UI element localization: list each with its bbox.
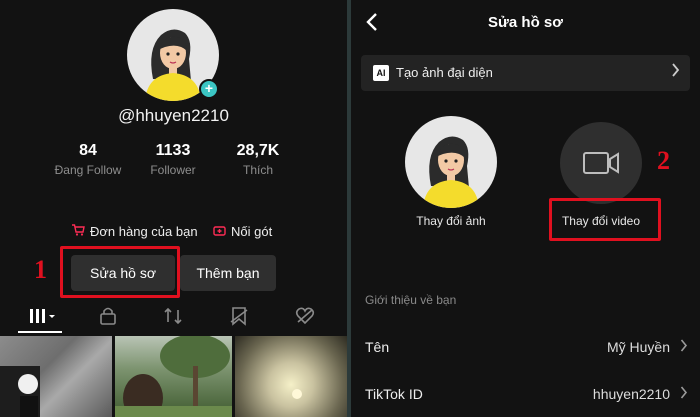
highlight-box-edit-profile: [60, 246, 180, 298]
wishlist-label: Nối gót: [231, 224, 273, 239]
chevron-right-icon: [680, 386, 688, 404]
video-thumbnail[interactable]: [235, 336, 347, 417]
step-number-2: 2: [657, 146, 670, 175]
cart-icon: [72, 224, 85, 239]
ai-avatar-label: Tạo ảnh đại diện: [396, 65, 493, 80]
edit-profile-screen: Sửa hồ sơ AI Tạo ảnh đại diện Thay đổi ả…: [351, 0, 700, 417]
bookmark-hidden-icon: [230, 307, 248, 326]
stat-label: Thích: [242, 163, 273, 177]
tab-videos[interactable]: [28, 306, 62, 330]
stat-label: Follower: [150, 163, 196, 177]
video-camera-icon: [583, 152, 619, 174]
ai-icon: AI: [373, 65, 389, 81]
video-thumbnail[interactable]: [0, 336, 112, 417]
tiktok-id-field-label: TikTok ID: [365, 386, 423, 402]
tab-saved[interactable]: [229, 306, 253, 330]
stat-value: 1133: [155, 142, 191, 159]
stat-likes[interactable]: 28,7K Thích: [213, 142, 303, 177]
stat-value: 84: [79, 142, 97, 159]
edit-photo-avatar[interactable]: [405, 116, 497, 208]
change-photo-label[interactable]: Thay đổi ảnh: [391, 214, 511, 228]
tiktok-id-field-value[interactable]: hhuyen2210: [593, 386, 670, 402]
active-tab-indicator: [18, 331, 62, 333]
avatar-illustration: [423, 136, 479, 208]
gift-box-icon: [213, 224, 226, 239]
chevron-right-icon: [680, 339, 688, 357]
tab-reposts[interactable]: [163, 306, 187, 330]
tab-private[interactable]: [98, 306, 122, 330]
stat-following[interactable]: 84 Đang Follow: [43, 142, 133, 177]
username: @hhuyen2210: [118, 106, 229, 125]
video-thumbnail[interactable]: [115, 336, 232, 417]
stat-label: Đang Follow: [54, 163, 122, 177]
repost-icon: [164, 307, 182, 325]
page-title: Sửa hồ sơ: [488, 14, 563, 31]
lock-icon: [100, 307, 116, 325]
wishlist-link[interactable]: Nối gót: [213, 224, 272, 239]
stat-value: 28,7K: [236, 142, 280, 159]
highlight-box-change-video: [549, 198, 661, 241]
stat-followers[interactable]: 1133 Follower: [128, 142, 218, 177]
add-avatar-icon[interactable]: +: [199, 79, 219, 99]
name-field-label: Tên: [365, 339, 390, 355]
grid-icon: [30, 309, 55, 323]
change-video-circle[interactable]: [560, 122, 642, 204]
ai-avatar-generator-row[interactable]: AI Tạo ảnh đại diện: [361, 55, 690, 91]
profile-screen: + @hhuyen2210 84 Đang Follow 1133 Follow…: [0, 0, 347, 417]
name-field-value[interactable]: Mỹ Huyền: [607, 339, 670, 355]
chevron-right-icon: [671, 63, 680, 82]
content-tab-bar: [0, 306, 347, 332]
add-friends-button[interactable]: Thêm bạn: [180, 255, 276, 291]
orders-label: Đơn hàng của bạn: [90, 224, 198, 239]
heart-hidden-icon: [295, 307, 315, 325]
about-section-header: Giới thiệu về bạn: [365, 293, 457, 307]
step-number-1: 1: [34, 255, 47, 284]
tab-liked[interactable]: [295, 306, 319, 330]
orders-link[interactable]: Đơn hàng của bạn: [72, 224, 198, 239]
